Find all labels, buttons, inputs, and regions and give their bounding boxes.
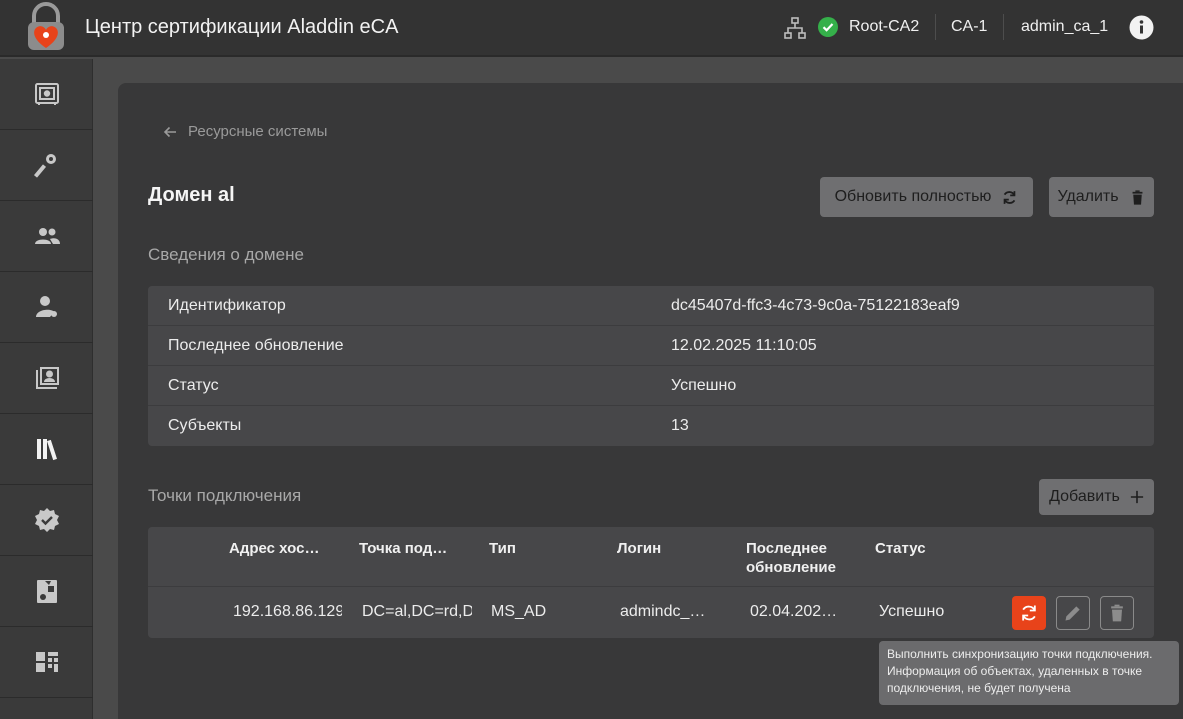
info-key: Идентификатор xyxy=(168,297,286,314)
column-header-host[interactable]: Адрес хос… xyxy=(229,539,319,558)
info-key: Последнее обновление xyxy=(168,337,344,354)
info-row: Статус Успешно xyxy=(148,366,1154,406)
add-connection-point-button[interactable]: Добавить xyxy=(1039,479,1154,515)
sidebar-item-keys[interactable] xyxy=(0,130,93,201)
sync-icon xyxy=(1022,605,1036,621)
column-header-login[interactable]: Логин xyxy=(617,539,661,558)
user-card-icon xyxy=(35,367,59,389)
trash-icon xyxy=(1111,604,1123,622)
edit-connection-point-button[interactable] xyxy=(1056,596,1090,630)
cell-updated: 02.04.202… xyxy=(750,603,838,620)
info-key: Статус xyxy=(168,377,219,394)
info-key: Субъекты xyxy=(168,417,242,434)
header-divider xyxy=(1003,14,1004,40)
users-icon xyxy=(34,228,60,244)
sync-icon xyxy=(1004,190,1016,204)
column-header-point[interactable]: Точка под… xyxy=(359,539,447,558)
sidebar-item-dashboard[interactable] xyxy=(0,627,93,698)
root-ca-label[interactable]: Root-CA2 xyxy=(849,18,919,36)
info-row: Идентификатор dc45407d-ffc3-4c73-9c0a-75… xyxy=(148,286,1154,326)
refresh-all-button[interactable]: Обновить полностью xyxy=(820,177,1033,217)
pencil-icon xyxy=(1065,606,1080,621)
sidebar-item-user-keys[interactable] xyxy=(0,272,93,343)
info-value: dc45407d-ffc3-4c73-9c0a-75122183eaf9 xyxy=(671,297,960,314)
top-bar: Центр сертификации Aladdin eCA Root-CA2 … xyxy=(0,0,1183,57)
column-header-type[interactable]: Тип xyxy=(489,539,516,558)
connection-points-table: Адрес хос… Точка под… Тип Логин Последне… xyxy=(148,527,1154,638)
sync-tooltip: Выполнить синхронизацию точки подключени… xyxy=(879,641,1179,705)
info-value: Успешно xyxy=(671,377,737,394)
status-ok-icon xyxy=(818,17,838,37)
sidebar-item-user-cards[interactable] xyxy=(0,343,93,414)
sidebar-item-safe[interactable] xyxy=(0,59,93,130)
delete-connection-point-button[interactable] xyxy=(1100,596,1134,630)
add-label: Добавить xyxy=(1049,488,1120,505)
domain-info-title: Сведения о домене xyxy=(148,245,304,264)
cell-login: admindc_… xyxy=(620,603,706,620)
connection-points-title: Точки подключения xyxy=(148,486,302,505)
domain-info-table: Идентификатор dc45407d-ffc3-4c73-9c0a-75… xyxy=(148,286,1154,446)
safe-icon xyxy=(34,83,59,105)
cell-point: DC=al,DC=rd,DC xyxy=(362,603,472,620)
info-row: Последнее обновление 12.02.2025 11:10:05 xyxy=(148,326,1154,366)
aladdin-logo[interactable] xyxy=(20,2,72,54)
sidebar-item-verified[interactable] xyxy=(0,485,93,556)
sidebar-item-library[interactable] xyxy=(0,414,93,485)
user-key-icon xyxy=(35,296,57,317)
library-icon xyxy=(36,439,57,461)
tooltip-line: Выполнить синхронизацию точки подключени… xyxy=(887,647,1153,661)
breadcrumb[interactable]: Ресурсные системы xyxy=(162,123,327,140)
trash-icon xyxy=(1132,189,1143,205)
sidebar-item-certificates[interactable] xyxy=(0,556,93,627)
cell-host: 192.168.86.129 xyxy=(233,603,342,620)
info-icon[interactable] xyxy=(1129,15,1154,40)
arrow-left-icon xyxy=(163,126,176,137)
certificate-icon xyxy=(36,580,57,603)
info-value: 12.02.2025 11:10:05 xyxy=(671,337,817,354)
keys-icon xyxy=(33,154,56,178)
column-header-status[interactable]: Статус xyxy=(875,539,926,558)
network-icon[interactable] xyxy=(783,16,807,40)
cell-status: Успешно xyxy=(879,603,945,620)
sidebar xyxy=(0,59,93,719)
tooltip-line: Информация об объектах, удаленных в точк… xyxy=(887,664,1143,678)
delete-domain-label: Удалить xyxy=(1057,188,1119,205)
dashboard-icon xyxy=(35,652,58,672)
sync-connection-point-button[interactable] xyxy=(1012,596,1046,630)
page-title: Домен al xyxy=(148,184,235,206)
column-header-updated[interactable]: Последнее обновление xyxy=(746,539,856,577)
info-value: 13 xyxy=(671,417,689,434)
breadcrumb-label[interactable]: Ресурсные системы xyxy=(188,123,327,140)
cell-type: MS_AD xyxy=(491,603,547,620)
tooltip-line: подключения, не будет получена xyxy=(887,681,1071,695)
app-title: Центр сертификации Aladdin eCA xyxy=(85,16,399,38)
table-divider xyxy=(148,586,1154,587)
header-divider xyxy=(935,14,936,40)
verified-icon xyxy=(34,508,59,532)
refresh-all-label: Обновить полностью xyxy=(834,188,992,205)
info-row: Субъекты 13 xyxy=(148,406,1154,446)
sidebar-item-users[interactable] xyxy=(0,201,93,272)
plus-icon xyxy=(1130,490,1143,504)
delete-domain-button[interactable]: Удалить xyxy=(1049,177,1154,217)
ca-label[interactable]: CA-1 xyxy=(951,18,987,36)
user-name[interactable]: admin_ca_1 xyxy=(1021,18,1108,36)
